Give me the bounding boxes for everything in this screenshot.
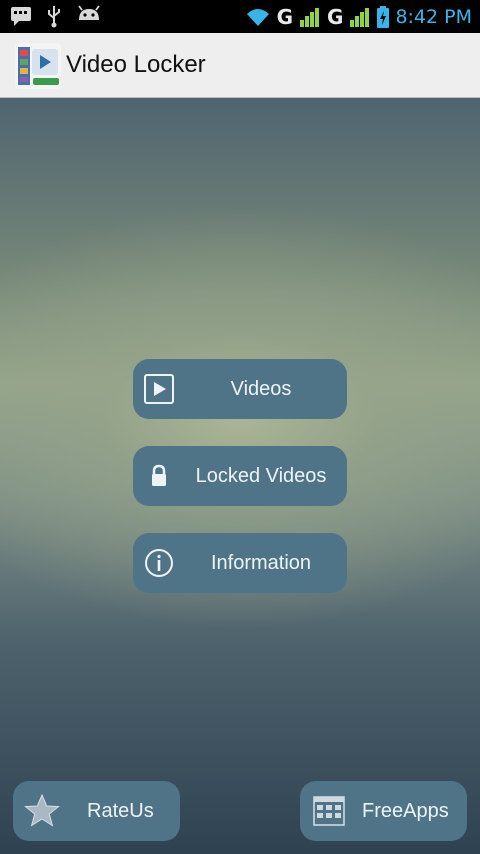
network-type-2: G bbox=[327, 4, 344, 29]
main-content: Videos Locked Videos Information bbox=[0, 98, 480, 854]
star-icon bbox=[24, 793, 60, 827]
free-apps-button-label: FreeApps bbox=[362, 800, 449, 822]
locked-videos-button[interactable]: Locked Videos bbox=[133, 446, 347, 506]
battery-charging-icon bbox=[377, 5, 390, 28]
usb-icon bbox=[48, 6, 60, 28]
notification-icons bbox=[10, 4, 102, 28]
play-icon bbox=[144, 374, 174, 404]
status-time: 8:42 PM bbox=[395, 5, 472, 28]
app-bar: Video Locker bbox=[0, 33, 480, 98]
system-indicators: G G 8:42 PM bbox=[245, 0, 472, 33]
lock-icon bbox=[152, 464, 166, 486]
signal-strength-icon-1 bbox=[300, 7, 320, 27]
message-notification-icon bbox=[11, 7, 31, 26]
network-type-1: G bbox=[276, 4, 294, 29]
videos-button[interactable]: Videos bbox=[133, 359, 347, 419]
information-button-label: Information bbox=[210, 551, 312, 574]
android-debug-icon bbox=[78, 5, 100, 20]
information-button[interactable]: Information bbox=[133, 533, 347, 593]
locked-videos-button-label: Locked Videos bbox=[195, 464, 327, 487]
info-icon bbox=[145, 549, 173, 577]
app-title: Video Locker bbox=[66, 51, 206, 78]
app-logo-icon[interactable] bbox=[15, 43, 61, 89]
status-bar: G G 8:42 PM bbox=[0, 0, 480, 33]
rate-us-button[interactable]: RateUs bbox=[13, 781, 180, 841]
signal-strength-icon-2 bbox=[350, 7, 370, 27]
free-apps-button[interactable]: FreeApps bbox=[300, 781, 467, 841]
apps-grid-icon bbox=[313, 796, 345, 826]
wifi-icon bbox=[246, 8, 269, 26]
videos-button-label: Videos bbox=[230, 377, 292, 400]
rate-us-button-label: RateUs bbox=[87, 800, 154, 822]
